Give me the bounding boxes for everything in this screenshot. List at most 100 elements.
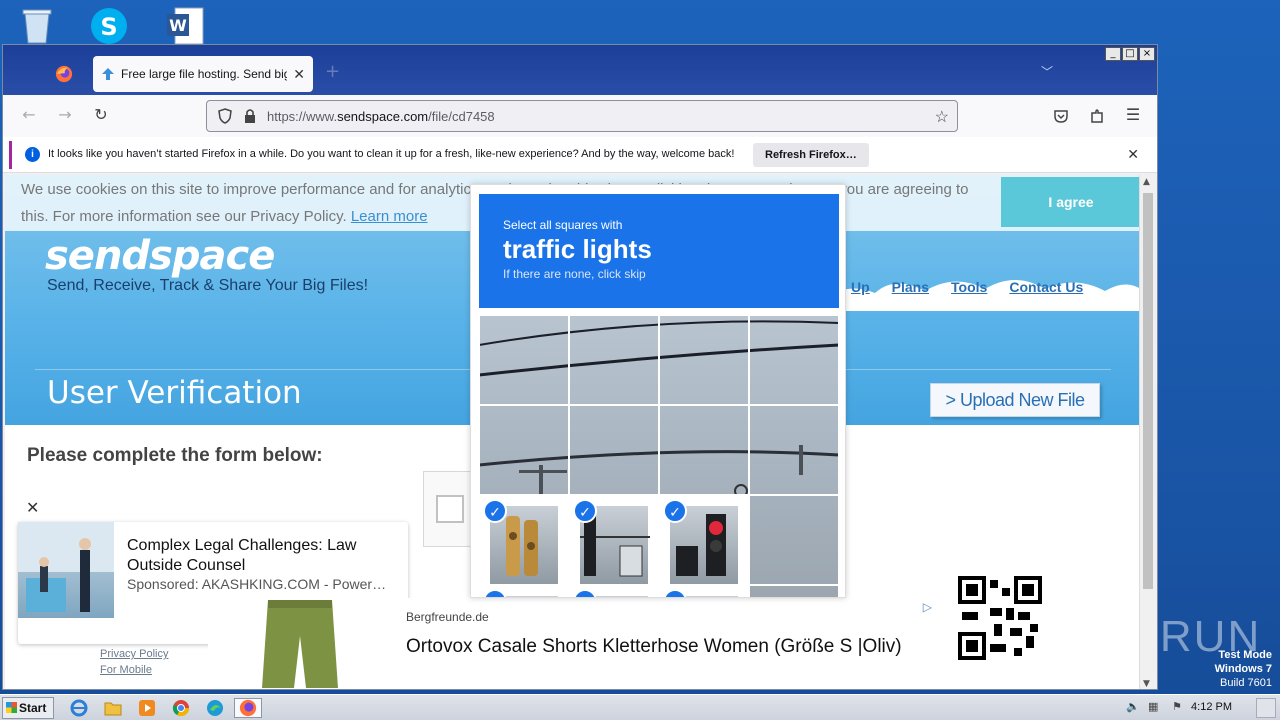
forward-icon[interactable]: →: [55, 105, 75, 125]
selected-check-icon: ✓: [483, 589, 507, 597]
chrome-icon[interactable]: [170, 698, 192, 718]
grid-tile[interactable]: [479, 315, 569, 405]
shield-icon[interactable]: [217, 108, 233, 124]
reload-icon[interactable]: ↻: [91, 105, 111, 125]
grid-tile-selected[interactable]: ✓: [569, 585, 659, 597]
page-title: User Verification: [47, 375, 302, 411]
close-window-button[interactable]: ×: [1139, 47, 1155, 61]
grid-tile[interactable]: [659, 315, 749, 405]
sendspace-favicon-icon: [102, 68, 114, 80]
grid-tile-selected[interactable]: ✓: [479, 585, 569, 597]
ad-title[interactable]: Complex Legal Challenges: Law Outside Co…: [127, 536, 397, 576]
grid-tile[interactable]: [749, 315, 839, 405]
footer-links: Privacy Policy For Mobile: [100, 646, 168, 678]
ad-headline[interactable]: Ortovox Casale Shorts Kletterhose Women …: [406, 634, 906, 660]
menu-icon[interactable]: ☰: [1123, 105, 1143, 125]
url-text: https://www.sendspace.com/file/cd7458: [267, 108, 495, 124]
grid-tile[interactable]: [749, 495, 839, 585]
start-button[interactable]: Start: [2, 697, 54, 719]
grid-tile[interactable]: [749, 405, 839, 495]
browser-tab[interactable]: Free large file hosting. Send big file ✕: [93, 56, 313, 92]
action-center-flag-icon[interactable]: ⚑: [1172, 700, 1182, 713]
menu-contact-link[interactable]: Contact Us: [1009, 279, 1083, 295]
window-controls: _ □ ×: [1105, 47, 1155, 61]
windows-flag-icon: [6, 702, 17, 713]
menu-tools-link[interactable]: Tools: [951, 279, 987, 295]
menu-plans-link[interactable]: Plans: [892, 279, 929, 295]
selected-check-icon: ✓: [573, 589, 597, 597]
url-bar[interactable]: https://www.sendspace.com/file/cd7458 ☆: [206, 100, 958, 132]
adchoices-icon[interactable]: ▷: [923, 600, 932, 614]
selected-check-icon: ✓: [483, 499, 507, 523]
scroll-up-icon[interactable]: ▲: [1143, 177, 1150, 187]
scroll-down-icon[interactable]: ▼: [1143, 679, 1150, 689]
challenge-target: traffic lights: [503, 234, 652, 264]
recycle-bin-icon[interactable]: [16, 6, 58, 46]
challenge-header: Select all squares with traffic lights I…: [479, 194, 839, 308]
new-tab-icon[interactable]: +: [325, 61, 340, 82]
ad-brand: Bergfreunde.de: [406, 610, 489, 624]
banner-ad[interactable]: Bergfreunde.de Ortovox Casale Shorts Kle…: [208, 598, 936, 688]
grid-tile-selected[interactable]: ✓: [479, 495, 569, 585]
grid-tile-selected[interactable]: ✓: [659, 585, 749, 597]
site-tagline: Send, Receive, Track & Share Your Big Fi…: [47, 277, 369, 294]
extensions-icon[interactable]: [1089, 108, 1105, 124]
grid-tile[interactable]: [569, 315, 659, 405]
upload-new-file-button[interactable]: > Upload New File: [930, 383, 1100, 417]
page-scrollbar[interactable]: ▲ ▼: [1139, 175, 1155, 689]
test-mode-watermark: Test Mode Windows 7 Build 7601: [1215, 648, 1272, 690]
captcha-checkbox[interactable]: [436, 495, 464, 523]
grid-tile[interactable]: [749, 585, 839, 597]
back-icon[interactable]: ←: [19, 105, 39, 125]
privacy-policy-link[interactable]: Privacy Policy: [100, 646, 168, 662]
refresh-notification-bar: i It looks like you haven’t started Fire…: [3, 137, 1157, 173]
svg-text:S: S: [100, 13, 117, 41]
i-agree-button[interactable]: I agree: [1001, 177, 1141, 227]
menu-signup-link[interactable]: Up: [851, 279, 870, 295]
clock[interactable]: 4:12 PM: [1191, 701, 1232, 713]
tab-title: Free large file hosting. Send big file: [121, 67, 287, 81]
list-all-tabs-icon[interactable]: ﹀: [1041, 63, 1053, 80]
ie-icon[interactable]: [68, 698, 90, 718]
close-ad-icon[interactable]: ✕: [26, 498, 39, 517]
explorer-icon[interactable]: [102, 698, 124, 718]
firefox-icon[interactable]: [55, 65, 73, 83]
edge-icon[interactable]: [204, 698, 226, 718]
selected-check-icon: ✓: [663, 499, 687, 523]
selected-check-icon: ✓: [663, 589, 687, 597]
bookmark-star-icon[interactable]: ☆: [935, 107, 949, 127]
pocket-icon[interactable]: [1053, 108, 1069, 124]
watermark-line3: Build 7601: [1220, 677, 1272, 689]
volume-icon[interactable]: 🔈: [1126, 700, 1140, 713]
grid-tile[interactable]: [659, 405, 749, 495]
learn-more-link[interactable]: Learn more: [351, 208, 428, 225]
close-notice-icon[interactable]: ✕: [1127, 146, 1139, 163]
challenge-image-grid: ✓ ✓ ✓ ✓ ✓ ✓: [479, 315, 839, 597]
for-mobile-link[interactable]: For Mobile: [100, 662, 168, 678]
skype-icon[interactable]: S: [88, 6, 130, 46]
sendspace-logo[interactable]: sendspace: [45, 233, 275, 279]
minimize-button[interactable]: _: [1105, 47, 1121, 61]
challenge-hint: If there are none, click skip: [503, 267, 646, 281]
show-desktop-button[interactable]: [1256, 698, 1276, 718]
grid-tile-selected[interactable]: ✓: [569, 495, 659, 585]
firefox-taskbar-icon[interactable]: [234, 698, 262, 718]
media-player-icon[interactable]: [136, 698, 158, 718]
captcha-challenge-popup: Select all squares with traffic lights I…: [470, 184, 846, 598]
taskbar: Start 🔈 ▦ ⚑ 4:12 PM: [0, 694, 1280, 720]
maximize-button[interactable]: □: [1122, 47, 1138, 61]
refresh-firefox-button[interactable]: Refresh Firefox…: [753, 143, 869, 167]
selected-check-icon: ✓: [573, 499, 597, 523]
grid-tile[interactable]: [569, 405, 659, 495]
watermark-line1: Test Mode: [1218, 649, 1272, 661]
network-icon[interactable]: ▦: [1148, 700, 1158, 713]
qr-code: [950, 568, 1050, 668]
lock-icon[interactable]: [243, 108, 257, 124]
svg-text:W: W: [169, 16, 187, 35]
word-icon[interactable]: W: [164, 6, 206, 46]
close-tab-icon[interactable]: ✕: [293, 66, 305, 83]
grid-tile[interactable]: [479, 405, 569, 495]
grid-tile-selected[interactable]: ✓: [659, 495, 749, 585]
scroll-thumb[interactable]: [1143, 193, 1153, 589]
watermark-line2: Windows 7: [1214, 663, 1272, 675]
